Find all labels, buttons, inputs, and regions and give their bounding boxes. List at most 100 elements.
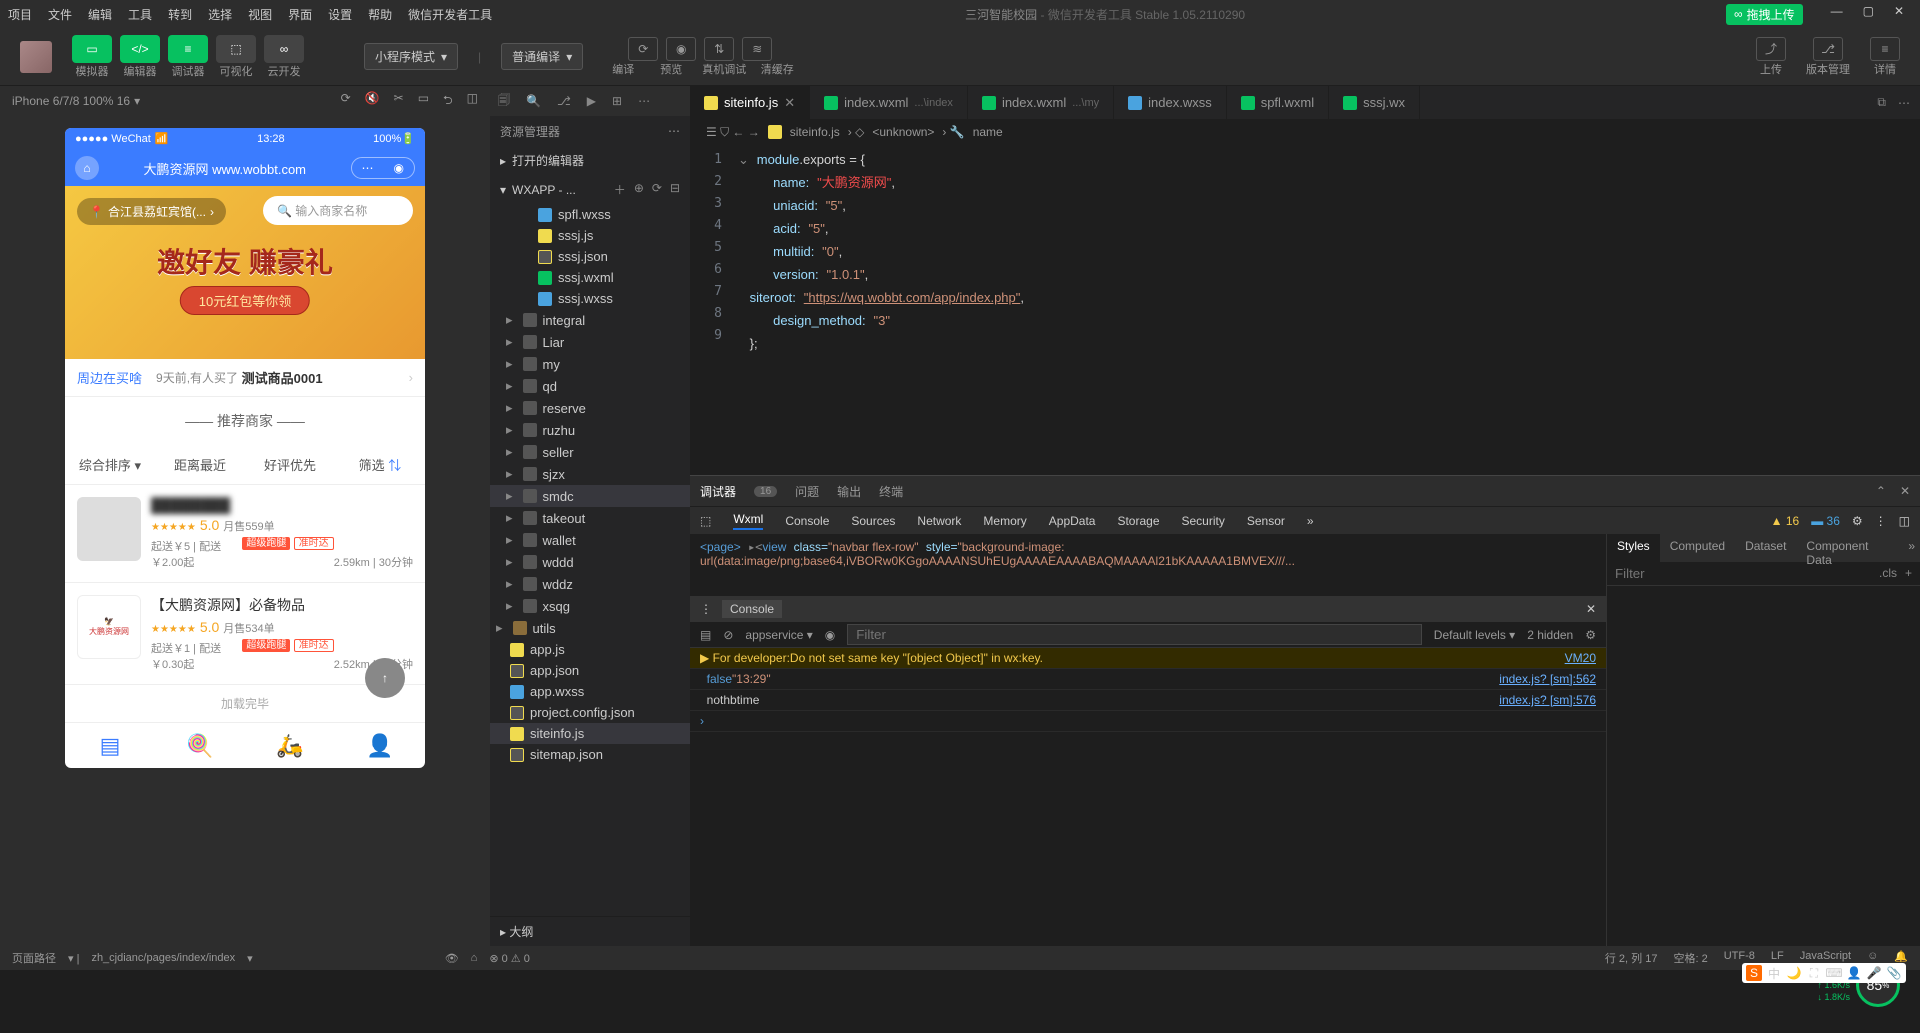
menu-settings[interactable]: 设置	[320, 6, 360, 23]
menu-select[interactable]: 选择	[200, 6, 240, 23]
new-folder-icon[interactable]: ⊕	[634, 181, 644, 198]
banner[interactable]: 📍 合江县荔虹宾馆(... › 🔍 输入商家名称 邀好友 赚豪礼 10元红包等你…	[65, 186, 425, 359]
more-icon[interactable]: ⋯	[638, 94, 650, 108]
capsule-close-icon[interactable]: ◉	[384, 158, 414, 178]
devtab-sensor[interactable]: Sensor	[1247, 514, 1285, 528]
component-data-tab[interactable]: Component Data	[1796, 534, 1903, 562]
compile-button[interactable]: ⟳	[628, 37, 658, 61]
tab-index-wxml-2[interactable]: index.wxml...\my	[968, 86, 1114, 119]
open-editors-section[interactable]: ▸ 打开的编辑器	[490, 146, 690, 175]
menu-ui[interactable]: 界面	[280, 6, 320, 23]
computed-tab[interactable]: Computed	[1660, 534, 1735, 562]
scroll-top-button[interactable]: ↑	[365, 658, 405, 698]
bookmark-icon[interactable]: ☰ ⛉ ← →	[706, 125, 760, 140]
dbg-tab-problems[interactable]: 问题	[795, 483, 819, 500]
debugger-button[interactable]: ≡	[168, 35, 208, 63]
console-drawer-close-icon[interactable]: ✕	[1586, 602, 1596, 616]
file-project-config[interactable]: project.config.json	[490, 702, 690, 723]
preview-button[interactable]: ◉	[666, 37, 696, 61]
console-drawer-menu-icon[interactable]: ⋮	[700, 602, 712, 616]
tab-sssj-wx[interactable]: sssj.wx	[1329, 86, 1420, 119]
devtab-memory[interactable]: Memory	[983, 514, 1026, 528]
code-editor[interactable]: 123456789 ⌄ module.exports = { name: "大鹏…	[690, 145, 1920, 475]
console-clear-icon[interactable]: ⊘	[723, 628, 733, 642]
dbg-tab-debugger[interactable]: 调试器	[700, 483, 736, 500]
news-ticker[interactable]: 周边在买啥 9天前,有人买了 测试商品0001 ›	[65, 359, 425, 397]
avatar[interactable]	[20, 41, 52, 73]
more-tabs-icon[interactable]: ⋯	[1898, 96, 1910, 110]
devtab-sources[interactable]: Sources	[851, 514, 895, 528]
devtab-more-icon[interactable]: »	[1307, 514, 1314, 528]
menu-wxdevtools[interactable]: 微信开发者工具	[400, 6, 500, 23]
folder-smdc[interactable]: smdc	[490, 485, 690, 507]
remote-debug-button[interactable]: ⇅	[704, 37, 734, 61]
drag-upload-button[interactable]: ∞ 拖拽上传	[1726, 4, 1803, 25]
styles-filter-input[interactable]	[1615, 566, 1879, 581]
debug-icon[interactable]: ▶	[587, 94, 596, 108]
tab-delivery[interactable]: 🛵	[245, 723, 335, 768]
visual-button[interactable]: ⬚	[216, 35, 256, 63]
cls-toggle[interactable]: .cls	[1879, 566, 1897, 581]
file-sssj-wxss[interactable]: sssj.wxss	[490, 288, 690, 309]
live-expr-icon[interactable]: ◉	[825, 628, 835, 642]
folder-reserve[interactable]: reserve	[490, 397, 690, 419]
dbg-tab-output[interactable]: 输出	[837, 483, 861, 500]
collapse-dbg-icon[interactable]: ⌃	[1876, 484, 1886, 498]
popout-icon[interactable]: ◫	[467, 91, 478, 112]
maximize-icon[interactable]: ▢	[1863, 4, 1874, 25]
file-sitemap-json[interactable]: sitemap.json	[490, 744, 690, 765]
menu-goto[interactable]: 转到	[160, 6, 200, 23]
mode-dropdown[interactable]: 小程序模式 ▾	[364, 43, 458, 70]
tab-siteinfo[interactable]: siteinfo.js✕	[690, 86, 810, 119]
status-home-icon[interactable]: ⌂	[471, 952, 478, 964]
sort-default[interactable]: 综合排序 ▾	[65, 445, 155, 484]
sort-rating[interactable]: 好评优先	[245, 445, 335, 484]
git-icon[interactable]: ⎇	[557, 94, 571, 108]
tab-discover[interactable]: 🍭	[155, 723, 245, 768]
file-spfl-wxss[interactable]: spfl.wxss	[490, 204, 690, 225]
device-selector[interactable]: iPhone 6/7/8 100% 16	[12, 94, 130, 108]
new-style-icon[interactable]: +	[1905, 566, 1912, 581]
clear-cache-button[interactable]: ≋	[742, 37, 772, 61]
location-pill[interactable]: 📍 合江县荔虹宾馆(... ›	[77, 198, 226, 225]
levels-dropdown[interactable]: Default levels ▾	[1434, 628, 1515, 642]
outline-section[interactable]: ▸ 大纲	[490, 916, 690, 946]
menu-file[interactable]: 文件	[40, 6, 80, 23]
tab-me[interactable]: 👤	[335, 723, 425, 768]
devtools-settings-icon[interactable]: ⚙	[1852, 514, 1863, 528]
refresh-tree-icon[interactable]: ⟳	[652, 181, 662, 198]
rotate-icon[interactable]: ▭	[418, 91, 429, 112]
warning-count[interactable]: ▲ 16	[1771, 514, 1800, 528]
shop-item-1[interactable]: ████████ ★★★★★5.0月售559单 超级跑腿 准时达 起送￥5 | …	[65, 485, 425, 583]
upload-button[interactable]: ⤴	[1756, 37, 1786, 61]
dataset-tab[interactable]: Dataset	[1735, 534, 1796, 562]
minimize-icon[interactable]: —	[1831, 4, 1843, 25]
capsule-menu-icon[interactable]: ⋯	[352, 158, 384, 178]
collapse-icon[interactable]: ⊟	[670, 181, 680, 198]
tab-index-wxss[interactable]: index.wxss	[1114, 86, 1227, 119]
devtools-dock-icon[interactable]: ◫	[1899, 514, 1910, 528]
cloud-button[interactable]: ∞	[264, 35, 304, 63]
ime-toolbar[interactable]: S 中🌙⛶⌨👤🎤📎	[1742, 963, 1906, 983]
folder-wddd[interactable]: wddd	[490, 551, 690, 573]
file-siteinfo-js[interactable]: siteinfo.js	[490, 723, 690, 744]
status-eye-icon[interactable]: 👁	[445, 952, 459, 965]
folder-seller[interactable]: seller	[490, 441, 690, 463]
tab-home[interactable]: ▤	[65, 723, 155, 768]
tab-spfl-wxml[interactable]: spfl.wxml	[1227, 86, 1329, 119]
devtab-console[interactable]: Console	[785, 514, 829, 528]
file-app-json[interactable]: app.json	[490, 660, 690, 681]
tab-index-wxml-1[interactable]: index.wxml...\index	[810, 86, 968, 119]
back-icon[interactable]: ⮌	[443, 91, 453, 112]
menu-view[interactable]: 视图	[240, 6, 280, 23]
cursor-position[interactable]: 行 2, 列 17	[1605, 950, 1658, 966]
file-sssj-js[interactable]: sssj.js	[490, 225, 690, 246]
folder-integral[interactable]: integral	[490, 309, 690, 331]
wxml-inspector[interactable]: <page> ▸<view class="navbar flex-row" st…	[690, 534, 1606, 596]
folder-sjzx[interactable]: sjzx	[490, 463, 690, 485]
project-section[interactable]: ▾ WXAPP - ... ＋ ⊕ ⟳ ⊟	[490, 175, 690, 204]
folder-wallet[interactable]: wallet	[490, 529, 690, 551]
console-drawer-tab[interactable]: Console	[722, 600, 782, 618]
simulator-button[interactable]: ▭	[72, 35, 112, 63]
console-filter-input[interactable]	[847, 624, 1422, 645]
